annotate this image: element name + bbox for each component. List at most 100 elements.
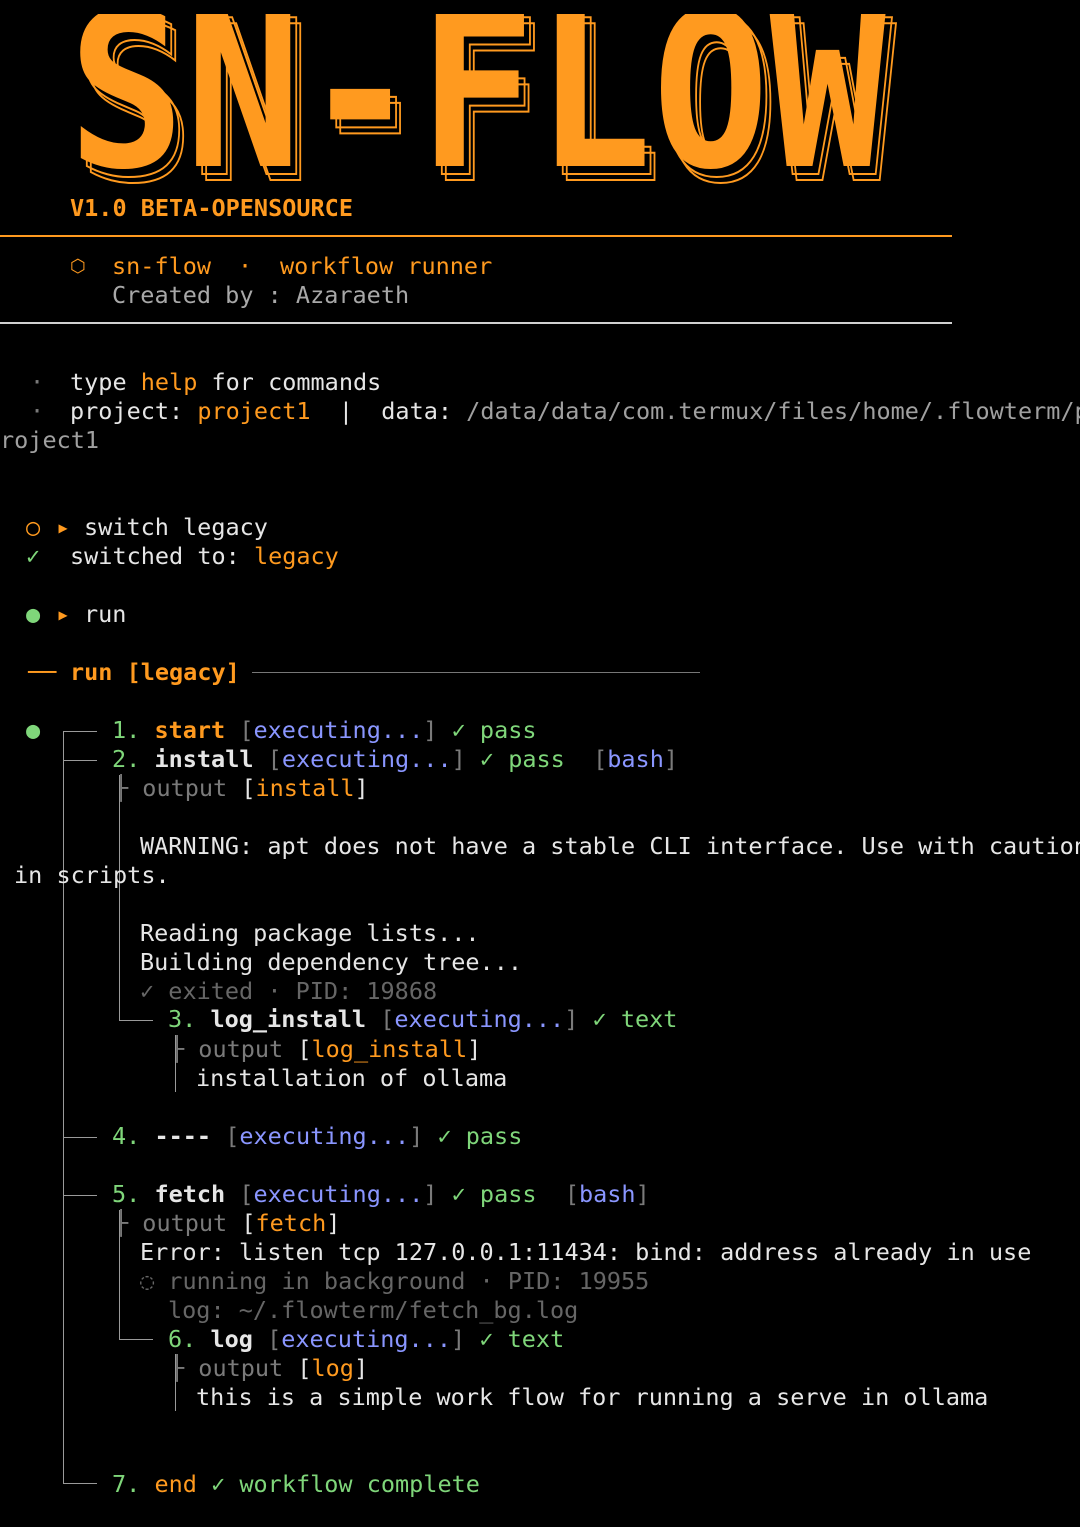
check-icon: ✓ (451, 1180, 466, 1208)
circle-filled-icon: ● (26, 600, 41, 628)
step-number: 2. (112, 745, 141, 773)
step-result: pass (465, 1122, 523, 1150)
step-result: workflow complete (239, 1470, 480, 1498)
app-logo: SN-FLOW SN-FLOW SN-FLOW (68, 14, 897, 189)
prompt-arrow-icon: ▸ (56, 513, 71, 541)
data-label: data: (381, 397, 467, 425)
step-row-end: 7. end ✓ workflow complete (112, 1470, 480, 1499)
app-subtitle: workflow runner (280, 252, 493, 280)
step-name: log_install (210, 1005, 367, 1033)
tree-branch (63, 731, 97, 732)
project-name: project1 (197, 397, 311, 425)
executing-tag: executing... (239, 1122, 410, 1150)
step-number: 1. (112, 716, 141, 744)
step-name: ---- (154, 1122, 212, 1150)
executing-tag: executing... (281, 745, 452, 773)
output-line: Building dependency tree... (140, 948, 523, 976)
pipe-separator: | (338, 397, 353, 425)
header-divider-white (0, 322, 952, 324)
output-label: output (198, 1354, 284, 1382)
tree-branch (63, 1483, 97, 1484)
executing-tag: executing... (394, 1005, 565, 1033)
created-by: Created by : Azaraeth (112, 281, 410, 309)
check-icon: ✓ (26, 542, 41, 570)
step-result: pass (479, 716, 537, 744)
output-header: ├ output [log] (170, 1354, 369, 1382)
data-path-wrap: roject1 (0, 426, 100, 454)
executing-tag: executing... (253, 1180, 424, 1208)
output-header: ├ output [fetch] (114, 1209, 341, 1237)
logo-text: SN-FLOW (68, 14, 886, 189)
step-result: pass (479, 1180, 537, 1208)
log-path-note: log: ~/.flowterm/fetch_bg.log (168, 1296, 579, 1324)
tree-branch (119, 1339, 153, 1340)
check-icon: ✓ (211, 1470, 226, 1498)
run-header-dash: ── (28, 658, 57, 686)
header-divider-orange (0, 235, 952, 237)
output-line: WARNING: apt does not have a stable CLI … (140, 832, 1080, 860)
tree-branch (63, 1195, 97, 1196)
step-name: start (154, 716, 226, 744)
output-header: ├ output [install] (114, 774, 369, 802)
check-icon: ✓ (592, 1005, 607, 1033)
step-row-log: 6. log [executing...] ✓ text (168, 1325, 565, 1353)
project-label: project: (70, 397, 198, 425)
background-note: ◌ running in background · PID: 19955 (140, 1267, 650, 1295)
step-name: log (210, 1325, 253, 1353)
data-path: /data/data/com.termux/files/home/.flowte… (466, 397, 1080, 425)
circle-outline-icon: ○ (26, 513, 41, 541)
step-number: 4. (112, 1122, 141, 1150)
output-name: log (311, 1354, 354, 1382)
hint-text: for commands (197, 368, 382, 396)
run-status-icon: ● (26, 716, 41, 744)
output-label: output (198, 1035, 284, 1063)
step-number: 7. (112, 1470, 141, 1498)
step-row-fetch: 5. fetch [executing...] ✓ pass [bash] (112, 1180, 650, 1208)
tree-branch (119, 1020, 153, 1021)
step-result: text (620, 1005, 678, 1033)
output-line: installation of ollama (196, 1064, 508, 1092)
step-row-separator: 4. ---- [executing...] ✓ pass (112, 1122, 523, 1150)
step-name: end (154, 1470, 197, 1498)
project-line: project: project1 | data: /data/data/com… (70, 397, 1080, 426)
step-name: fetch (154, 1180, 226, 1208)
output-line: in scripts. (14, 861, 170, 889)
step-name: install (154, 745, 254, 773)
version-label: V1.0 BETA-OPENSOURCE (70, 194, 353, 222)
switch-result: switched to: legacy (70, 542, 339, 571)
output-header: ├ output [log_install] (170, 1035, 482, 1063)
output-name: install (255, 774, 355, 802)
prompt-arrow-icon: ▸ (56, 600, 71, 628)
switch-label: switched to: (70, 542, 254, 570)
run-header-title: run [legacy] (70, 658, 240, 686)
step-number: 6. (168, 1325, 197, 1353)
check-icon: ✓ (437, 1122, 452, 1150)
output-label: output (142, 774, 228, 802)
exit-note: ✓ exited · PID: 19868 (140, 977, 438, 1005)
step-row-install: 2. install [executing...] ✓ pass [bash] (112, 745, 679, 773)
step-result: text (507, 1325, 565, 1353)
step-number: 5. (112, 1180, 141, 1208)
check-icon: ✓ (479, 745, 495, 773)
tree-branch (63, 1137, 97, 1138)
hint-text: type (70, 368, 141, 396)
switch-value: legacy (253, 542, 339, 570)
step-type-tag: bash (607, 745, 664, 773)
command-text: run (84, 600, 127, 628)
command-text: switch legacy (84, 513, 268, 541)
output-line: Error: listen tcp 127.0.0.1:11434: bind:… (140, 1238, 1032, 1266)
step-type-tag: bash (578, 1180, 636, 1208)
output-name: fetch (255, 1209, 327, 1237)
tree-sub-trunk (119, 775, 120, 1020)
check-icon: ✓ (451, 716, 466, 744)
output-line: this is a simple work flow for running a… (196, 1383, 989, 1411)
info-separator: · (238, 252, 253, 280)
hint-bullet: · (30, 368, 45, 396)
step-row-start: 1. start [executing...] ✓ pass (112, 716, 537, 744)
hexagon-icon: ⬡ (70, 256, 86, 277)
help-command: help (140, 368, 198, 396)
executing-tag: executing... (253, 716, 424, 744)
output-line: Reading package lists... (140, 919, 480, 947)
step-row-log-install: 3. log_install [executing...] ✓ text (168, 1005, 678, 1033)
output-name: log_install (311, 1035, 468, 1063)
